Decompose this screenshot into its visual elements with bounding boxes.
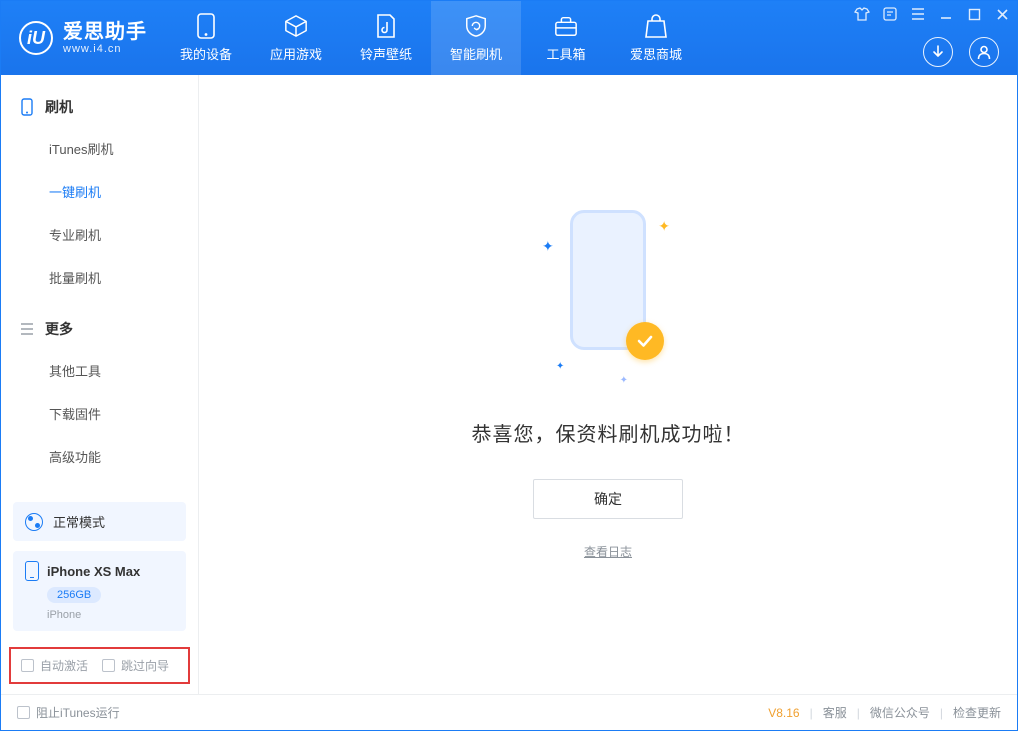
checkbox-label: 跳过向导	[121, 657, 169, 674]
sidebar-item-other-tools[interactable]: 其他工具	[1, 349, 198, 392]
sidebar-item-advanced[interactable]: 高级功能	[1, 435, 198, 478]
tab-mall[interactable]: 爱思商城	[611, 1, 701, 75]
maximize-icon[interactable]	[965, 5, 983, 23]
account-button[interactable]	[969, 37, 999, 67]
separator: |	[857, 706, 860, 720]
window-controls	[853, 5, 1011, 23]
separator: |	[810, 706, 813, 720]
top-tabs: 我的设备 应用游戏 铃声壁纸 智能刷机	[161, 1, 701, 75]
feedback-icon[interactable]	[881, 5, 899, 23]
mode-label: 正常模式	[53, 512, 105, 531]
phone-icon	[194, 14, 218, 38]
logo-icon: iU	[19, 21, 53, 55]
device-phone-icon	[25, 561, 39, 581]
titlebar-actions	[923, 37, 999, 67]
sparkle-icon: ✦	[556, 361, 564, 372]
main-panel: ✦ ✦ ✦ ✦ 恭喜您，保资料刷机成功啦！ 确定 查看日志	[199, 75, 1017, 694]
download-button[interactable]	[923, 37, 953, 67]
sidebar-group-flash: 刷机	[1, 87, 198, 127]
toolbox-icon	[554, 14, 578, 38]
checkbox-icon	[17, 706, 30, 719]
view-log-link[interactable]: 查看日志	[584, 543, 632, 560]
sidebar-item-itunes-flash[interactable]: iTunes刷机	[1, 127, 198, 170]
check-update-link[interactable]: 检查更新	[953, 704, 1001, 721]
shopping-bag-icon	[644, 14, 668, 38]
check-badge-icon	[626, 322, 664, 360]
checkbox-skip-wizard[interactable]: 跳过向导	[102, 657, 169, 674]
close-icon[interactable]	[993, 5, 1011, 23]
sidebar-scroll: 刷机 iTunes刷机 一键刷机 专业刷机 批量刷机 更多 其他工具 下载固件 …	[1, 75, 198, 492]
body: 刷机 iTunes刷机 一键刷机 专业刷机 批量刷机 更多 其他工具 下载固件 …	[1, 75, 1017, 694]
shield-sync-icon	[464, 14, 488, 38]
version-label: V8.16	[768, 706, 799, 720]
device-card[interactable]: iPhone XS Max 256GB iPhone	[13, 551, 186, 631]
checkbox-label: 阻止iTunes运行	[36, 704, 120, 721]
list-icon	[19, 321, 35, 337]
device-name: iPhone XS Max	[47, 564, 140, 579]
mode-card[interactable]: 正常模式	[13, 502, 186, 541]
sidebar-group-label: 刷机	[45, 97, 73, 117]
app-window: iU 爱思助手 www.i4.cn 我的设备 应用游戏	[0, 0, 1018, 731]
tab-smart-flash[interactable]: 智能刷机	[431, 1, 521, 75]
success-illustration: ✦ ✦ ✦ ✦	[548, 210, 668, 370]
device-name-row: iPhone XS Max	[25, 561, 174, 581]
sidebar-item-pro-flash[interactable]: 专业刷机	[1, 213, 198, 256]
menu-icon[interactable]	[909, 5, 927, 23]
tab-label: 智能刷机	[450, 44, 502, 63]
success-message: 恭喜您，保资料刷机成功啦！	[472, 418, 745, 447]
sidebar-group-more: 更多	[1, 309, 198, 349]
options-highlight-box: 自动激活 跳过向导	[9, 647, 190, 684]
checkbox-icon	[21, 659, 34, 672]
tab-ringtones-wallpapers[interactable]: 铃声壁纸	[341, 1, 431, 75]
sidebar-item-batch-flash[interactable]: 批量刷机	[1, 256, 198, 299]
statusbar: 阻止iTunes运行 V8.16 | 客服 | 微信公众号 | 检查更新	[1, 694, 1017, 730]
tab-label: 铃声壁纸	[360, 44, 412, 63]
sparkle-icon: ✦	[658, 218, 670, 235]
tab-label: 我的设备	[180, 44, 232, 63]
checkbox-label: 自动激活	[40, 657, 88, 674]
tab-apps-games[interactable]: 应用游戏	[251, 1, 341, 75]
tab-toolbox[interactable]: 工具箱	[521, 1, 611, 75]
sparkle-icon: ✦	[542, 238, 554, 255]
app-domain: www.i4.cn	[63, 43, 147, 55]
checkbox-block-itunes[interactable]: 阻止iTunes运行	[17, 704, 120, 721]
sidebar-group-label: 更多	[45, 319, 73, 339]
cube-icon	[284, 14, 308, 38]
tab-my-device[interactable]: 我的设备	[161, 1, 251, 75]
statusbar-right: V8.16 | 客服 | 微信公众号 | 检查更新	[768, 704, 1001, 721]
tab-label: 应用游戏	[270, 44, 322, 63]
logo-text: 爱思助手 www.i4.cn	[63, 21, 147, 55]
titlebar: iU 爱思助手 www.i4.cn 我的设备 应用游戏	[1, 1, 1017, 75]
phone-outline-icon	[19, 99, 35, 115]
separator: |	[940, 706, 943, 720]
wechat-link[interactable]: 微信公众号	[870, 704, 930, 721]
checkbox-icon	[102, 659, 115, 672]
app-name: 爱思助手	[63, 21, 147, 43]
support-link[interactable]: 客服	[823, 704, 847, 721]
logo-area: iU 爱思助手 www.i4.cn	[1, 1, 161, 75]
checkbox-auto-activate[interactable]: 自动激活	[21, 657, 88, 674]
music-file-icon	[374, 14, 398, 38]
sidebar-item-download-firmware[interactable]: 下载固件	[1, 392, 198, 435]
sidebar-item-oneclick-flash[interactable]: 一键刷机	[1, 170, 198, 213]
sidebar: 刷机 iTunes刷机 一键刷机 专业刷机 批量刷机 更多 其他工具 下载固件 …	[1, 75, 199, 694]
statusbar-left: 阻止iTunes运行	[17, 704, 120, 721]
mode-icon	[25, 513, 43, 531]
device-type: iPhone	[47, 609, 174, 621]
device-storage: 256GB	[47, 587, 101, 603]
minimize-icon[interactable]	[937, 5, 955, 23]
sidebar-cards: 正常模式 iPhone XS Max 256GB iPhone	[1, 492, 198, 643]
tab-label: 爱思商城	[630, 44, 682, 63]
sparkle-icon: ✦	[620, 375, 628, 386]
ok-button[interactable]: 确定	[533, 479, 683, 519]
tshirt-icon[interactable]	[853, 5, 871, 23]
tab-label: 工具箱	[546, 44, 585, 63]
